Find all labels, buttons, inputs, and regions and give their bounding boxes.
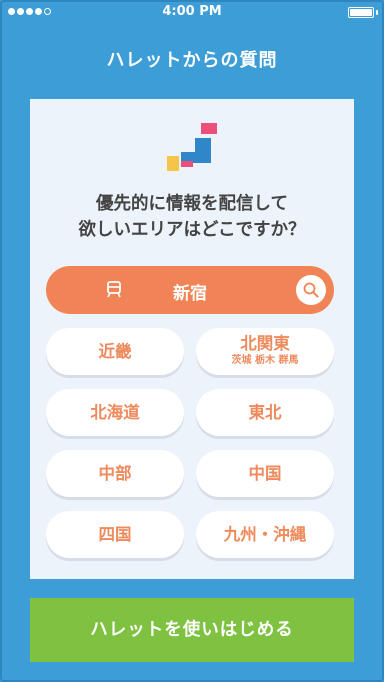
question-card: 優先的に情報を配信して 欲しいエリアはどこですか？ 新宿 近畿 北関東 茨城 栃… (30, 99, 354, 579)
status-bar: 4:00 PM (0, 0, 384, 24)
question-line-2: 欲しいエリアはどこですか？ (78, 220, 306, 240)
station-name: 新宿 (173, 284, 207, 304)
search-icon (303, 282, 319, 298)
status-time: 4:00 PM (162, 4, 222, 19)
question-line-1: 優先的に情報を配信して (96, 194, 288, 214)
battery-icon (348, 7, 374, 18)
hallet-logo-icon (167, 123, 219, 171)
search-button[interactable] (296, 275, 326, 305)
region-kyushu-okinawa-button[interactable]: 九州・沖縄 (196, 511, 334, 558)
region-label: 九州・沖縄 (223, 525, 307, 544)
region-label: 中部 (98, 464, 132, 483)
region-label: 近畿 (98, 342, 132, 361)
station-search-bar[interactable]: 新宿 (46, 266, 334, 314)
question-text: 優先的に情報を配信して 欲しいエリアはどこですか？ (30, 191, 354, 243)
region-kinki-button[interactable]: 近畿 (46, 328, 184, 375)
region-hokkaido-button[interactable]: 北海道 (46, 389, 184, 436)
region-label: 東北 (248, 403, 282, 422)
region-kitakanto-button[interactable]: 北関東 茨城 栃木 群馬 (196, 328, 334, 375)
battery-tip (376, 10, 378, 15)
start-button[interactable]: ハレットを使いはじめる (30, 598, 354, 662)
page-title: ハレットからの質問 (106, 50, 278, 71)
region-shikoku-button[interactable]: 四国 (46, 511, 184, 558)
region-label: 四国 (98, 525, 132, 544)
region-chugoku-button[interactable]: 中国 (196, 450, 334, 497)
region-label: 北関東 (240, 334, 290, 353)
region-label: 中国 (248, 464, 282, 483)
region-tohoku-button[interactable]: 東北 (196, 389, 334, 436)
region-label: 北海道 (90, 403, 140, 422)
region-chubu-button[interactable]: 中部 (46, 450, 184, 497)
region-sublabel: 茨城 栃木 群馬 (231, 355, 299, 366)
